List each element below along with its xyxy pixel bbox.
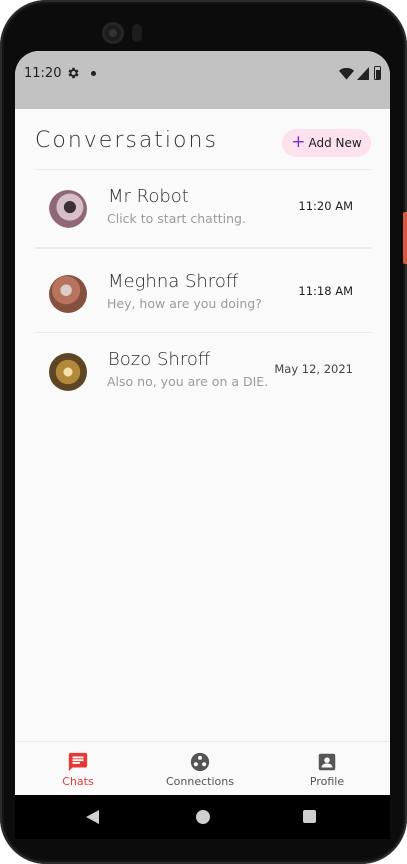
conversation-item[interactable]: Meghna Shroff Hey, how are you doing? 11… — [35, 248, 371, 333]
nav-profile[interactable]: Profile — [302, 742, 352, 796]
nav-chats-label: Chats — [62, 775, 94, 788]
nav-chats[interactable]: Chats — [53, 742, 103, 796]
signal-icon — [357, 67, 369, 80]
notification-dot-icon — [91, 71, 96, 76]
nav-connections[interactable]: Connections — [160, 742, 240, 796]
system-navigation-bar — [15, 795, 390, 839]
battery-icon — [374, 66, 381, 80]
home-icon[interactable] — [196, 810, 210, 824]
chat-icon — [68, 752, 88, 772]
app-screen: 11:20 Conversations + Add New Mr Robot C… — [15, 51, 390, 839]
sensor — [132, 24, 142, 42]
page-title: Conversations — [35, 128, 218, 153]
phone-frame: 11:20 Conversations + Add New Mr Robot C… — [0, 0, 407, 864]
add-new-label: Add New — [308, 136, 362, 150]
wifi-icon — [339, 68, 354, 80]
message-preview: Hey, how are you doing? — [107, 296, 262, 311]
plus-icon: + — [291, 131, 306, 152]
contact-name: Mr Robot — [108, 186, 189, 207]
message-preview: Click to start chatting. — [107, 211, 246, 226]
divider — [35, 248, 371, 249]
front-camera — [102, 22, 124, 44]
contact-name: Meghna Shroff — [108, 271, 239, 292]
bottom-navigation: Chats Connections Profile — [15, 741, 390, 795]
message-time: 11:20 AM — [298, 199, 353, 213]
message-preview: Also no, you are on a DIE... — [107, 374, 267, 389]
back-icon[interactable] — [86, 810, 99, 824]
nav-profile-label: Profile — [309, 775, 345, 788]
status-time: 11:20 — [24, 66, 62, 81]
settings-icon — [68, 67, 79, 79]
add-new-button[interactable]: + Add New — [282, 129, 371, 157]
power-button — [403, 212, 407, 264]
avatar — [49, 190, 87, 228]
avatar — [49, 275, 87, 313]
conversation-item[interactable]: Mr Robot Click to start chatting. 11:20 … — [35, 170, 371, 248]
recents-icon[interactable] — [303, 810, 316, 823]
connections-icon — [190, 752, 210, 772]
message-date: May 12, 2021 — [274, 362, 353, 376]
contact-name: Bozo Shroff — [108, 349, 211, 370]
status-bar: 11:20 — [15, 51, 390, 109]
profile-icon — [318, 753, 336, 771]
message-time: 11:18 AM — [298, 284, 353, 298]
conversation-item[interactable]: Bozo Shroff Also no, you are on a DIE...… — [35, 333, 371, 411]
nav-connections-label: Connections — [166, 775, 234, 788]
avatar — [49, 353, 87, 391]
